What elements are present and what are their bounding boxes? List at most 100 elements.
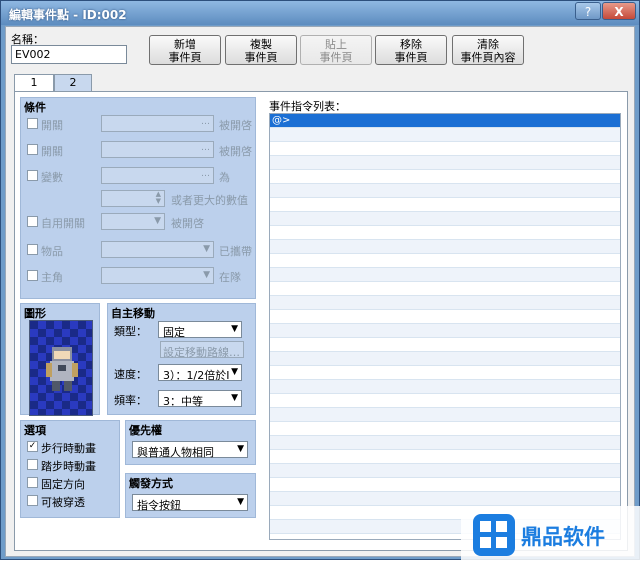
condition-actor-select[interactable]: ▼ (101, 267, 214, 284)
command-row-empty[interactable] (270, 394, 620, 408)
command-row-empty[interactable] (270, 156, 620, 170)
option-walk-anim-checkbox[interactable]: ✓ (27, 441, 38, 452)
help-button[interactable]: ? (575, 2, 601, 20)
priority-select[interactable]: 與普通人物相同 ▼ (132, 441, 248, 459)
close-button[interactable]: X (602, 2, 636, 20)
condition-switch1-checkbox[interactable] (27, 118, 38, 129)
command-row-empty[interactable] (270, 296, 620, 310)
command-row-empty[interactable] (270, 184, 620, 198)
command-row-empty[interactable] (270, 282, 620, 296)
command-list[interactable]: @> (269, 113, 621, 540)
command-row-selected[interactable]: @> (270, 114, 620, 128)
window-title: 編輯事件點 - ID:002 (9, 8, 127, 22)
delete-page-button[interactable]: 移除 事件頁 (375, 35, 447, 65)
condition-actor-checkbox[interactable] (27, 270, 38, 281)
condition-variable-checkbox[interactable] (27, 170, 38, 181)
delete-page-label-1: 移除 (400, 38, 422, 51)
command-row-empty[interactable] (270, 422, 620, 436)
command-row-empty[interactable] (270, 380, 620, 394)
command-row-empty[interactable] (270, 128, 620, 142)
command-row-empty[interactable] (270, 366, 620, 380)
move-type-select[interactable]: 固定 ▼ (158, 321, 242, 339)
condition-switch2-select[interactable]: … (101, 141, 214, 158)
command-list-title: 事件指令列表： (269, 100, 346, 113)
move-route-label: 設定移動路線… (163, 346, 240, 359)
condition-switch2-checkbox[interactable] (27, 144, 38, 155)
option-step-anim-label: 踏步時動畫 (41, 460, 96, 473)
condition-switch2-suffix: 被開啓 (219, 145, 252, 158)
move-speed-select[interactable]: 3）：1/2倍於I ▼ (158, 364, 242, 381)
options-group: 選項 ✓ 步行時動畫 踏步時動畫 固定方向 可被穿透 (20, 420, 120, 518)
condition-item-checkbox[interactable] (27, 244, 38, 255)
option-through-checkbox[interactable] (27, 495, 38, 506)
copy-page-button[interactable]: 複製 事件頁 (225, 35, 297, 65)
condition-actor-suffix: 在隊 (219, 271, 241, 284)
command-row-empty[interactable] (270, 212, 620, 226)
command-row-empty[interactable] (270, 324, 620, 338)
command-row-empty[interactable] (270, 254, 620, 268)
condition-item-suffix: 已攜帶 (219, 245, 252, 258)
priority-title: 優先權 (129, 424, 162, 437)
option-step-anim-checkbox[interactable] (27, 459, 38, 470)
chevron-down-icon: ▼ (231, 367, 238, 377)
paste-page-label-1: 貼上 (325, 38, 347, 51)
command-row-empty[interactable] (270, 352, 620, 366)
move-freq-value: 3：中等 (163, 395, 203, 408)
copy-page-label-1: 複製 (250, 38, 272, 51)
command-row-empty[interactable] (270, 450, 620, 464)
command-row-empty[interactable] (270, 408, 620, 422)
option-fixed-dir-label: 固定方向 (41, 478, 85, 491)
command-row-empty[interactable] (270, 198, 620, 212)
options-title: 選項 (24, 424, 46, 437)
trigger-select[interactable]: 指令按鈕 ▼ (132, 494, 248, 512)
move-route-button[interactable]: 設定移動路線… (160, 341, 244, 359)
move-freq-label: 頻率： (114, 394, 147, 407)
condition-selfswitch-checkbox[interactable] (27, 216, 38, 227)
watermark: 鼎品软件 (461, 506, 640, 561)
command-row-empty[interactable] (270, 464, 620, 478)
clear-page-button[interactable]: 清除 事件頁內容 (452, 35, 524, 65)
graphic-title: 圖形 (24, 307, 46, 320)
condition-value-spinner[interactable]: ▲ ▼ (101, 190, 165, 207)
command-row-empty[interactable] (270, 310, 620, 324)
command-row-empty[interactable] (270, 492, 620, 506)
condition-item-select[interactable]: ▼ (101, 241, 214, 258)
event-graphic-preview[interactable] (29, 320, 93, 416)
command-row-empty[interactable] (270, 226, 620, 240)
command-row-empty[interactable] (270, 478, 620, 492)
move-type-value: 固定 (163, 326, 185, 339)
tab-page-2[interactable]: 2 (54, 74, 92, 91)
condition-selfswitch-suffix: 被開啓 (171, 217, 204, 230)
conditions-title: 條件 (24, 101, 46, 114)
title-bar[interactable]: 編輯事件點 - ID:002 ? X (1, 1, 639, 25)
trigger-title: 觸發方式 (129, 477, 173, 490)
command-row-empty[interactable] (270, 436, 620, 450)
condition-value-suffix: 或者更大的數值 (171, 194, 248, 207)
condition-selfswitch-select[interactable]: ▼ (101, 213, 165, 230)
move-type-label: 類型： (114, 325, 147, 338)
option-through-label: 可被穿透 (41, 496, 85, 509)
paste-page-button[interactable]: 貼上 事件頁 (300, 35, 372, 65)
condition-switch1-select[interactable]: … (101, 115, 214, 132)
name-input[interactable]: EV002 (11, 45, 127, 64)
command-row-empty[interactable] (270, 268, 620, 282)
paste-page-label-2: 事件頁 (319, 51, 353, 64)
command-row-empty[interactable] (270, 240, 620, 254)
copy-page-label-2: 事件頁 (244, 51, 278, 64)
new-page-button[interactable]: 新增 事件頁 (149, 35, 221, 65)
move-freq-select[interactable]: 3：中等 ▼ (158, 390, 242, 408)
command-row-empty[interactable] (270, 142, 620, 156)
tab-page-1[interactable]: 1 (14, 74, 54, 92)
new-page-label-1: 新增 (174, 38, 196, 51)
option-fixed-dir-checkbox[interactable] (27, 477, 38, 488)
delete-page-label-2: 事件頁 (394, 51, 428, 64)
chevron-down-icon: ▼ (237, 444, 244, 454)
editor-window: 編輯事件點 - ID:002 ? X 名稱： EV002 新增 事件頁 複製 事… (0, 0, 640, 561)
condition-switch1-label: 開關 (41, 119, 63, 132)
command-row-empty[interactable] (270, 338, 620, 352)
command-row-empty[interactable] (270, 170, 620, 184)
condition-variable-select[interactable]: … (101, 167, 214, 184)
autonomous-title: 自主移動 (111, 307, 155, 320)
chevron-down-icon: ▼ (237, 497, 244, 507)
autonomous-group: 自主移動 類型： 固定 ▼ 設定移動路線… 速度： 3）：1/2倍於I ▼ 頻率： … (107, 303, 256, 415)
